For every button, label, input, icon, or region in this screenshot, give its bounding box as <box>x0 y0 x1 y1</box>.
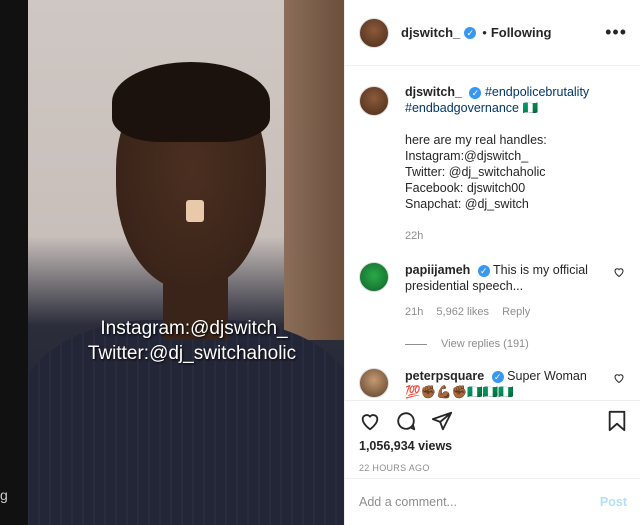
header-username[interactable]: djswitch_ <box>401 25 460 40</box>
video-plaster <box>186 200 204 222</box>
views-count[interactable]: 1,056,934 views <box>359 439 627 453</box>
comment-timestamp[interactable]: 21h <box>405 306 423 318</box>
save-bookmark-icon[interactable] <box>607 410 627 432</box>
view-replies-label: View replies (191) <box>441 338 529 350</box>
caption-avatar[interactable] <box>359 86 389 116</box>
reply-button[interactable]: Reply <box>502 306 530 318</box>
post-time-ago[interactable]: 22 HOURS AGO <box>359 463 627 473</box>
post-side-panel: djswitch_ ✓ • Following ••• djswitch_ ✓ … <box>344 0 640 525</box>
video-overlay-instagram: Instagram:@djswitch_ <box>100 318 288 339</box>
gutter-glyph: g <box>0 487 8 503</box>
post-comment-button[interactable]: Post <box>600 495 627 509</box>
share-paper-plane-icon[interactable] <box>431 410 453 432</box>
following-button[interactable]: Following <box>491 25 552 40</box>
comment-text: presidential speech... <box>405 279 524 293</box>
video-background <box>284 0 344 340</box>
caption-line: Instagram:@djswitch_ <box>405 149 529 163</box>
caption-username[interactable]: djswitch_ <box>405 85 462 99</box>
comment-item: papiijameh ✓ This is my official preside… <box>359 262 627 320</box>
post-actions: 1,056,934 views 22 HOURS AGO <box>345 400 640 477</box>
caption-body: djswitch_ ✓ #endpolicebrutality #endbadg… <box>405 84 589 244</box>
commenter-avatar[interactable] <box>359 262 389 292</box>
video-overlay-twitter: Twitter:@dj_switchaholic <box>87 343 297 364</box>
verified-badge-icon: ✓ <box>464 26 477 39</box>
like-comment-heart-icon[interactable] <box>613 266 625 278</box>
verified-badge-icon: ✓ <box>469 86 482 99</box>
instagram-post-page: g Instagram:@djswitch_ Twitter:@dj_switc… <box>0 0 640 525</box>
caption-timestamp[interactable]: 22h <box>405 228 589 244</box>
comment-text: This is my official <box>493 263 588 277</box>
caption-line: Twitter: @dj_switchaholic <box>405 165 546 179</box>
post-caption: djswitch_ ✓ #endpolicebrutality #endbadg… <box>359 84 627 244</box>
post-header: djswitch_ ✓ • Following ••• <box>345 0 640 66</box>
left-gutter: g <box>0 0 28 525</box>
comment-bubble-icon[interactable] <box>395 410 417 432</box>
verified-badge-icon: ✓ <box>477 264 490 277</box>
comment-input[interactable] <box>359 495 600 509</box>
video-player[interactable]: Instagram:@djswitch_ Twitter:@dj_switcha… <box>28 0 344 525</box>
comment-username[interactable]: papiijameh <box>405 263 470 277</box>
caption-text: here are my real handles: Instagram:@djs… <box>405 132 589 212</box>
hashtag-link[interactable]: #endbadgovernance <box>405 101 519 115</box>
comment-item: peterpsquare ✓ Super Woman 💯✊🏾💪🏾✊🏾🇳🇬🇳🇬🇳🇬 <box>359 368 627 400</box>
more-options-icon[interactable]: ••• <box>605 22 627 43</box>
comment-meta: 21h 5,962 likes Reply <box>405 304 601 320</box>
like-heart-icon[interactable] <box>359 410 381 432</box>
comment-likes[interactable]: 5,962 likes <box>436 306 489 318</box>
caption-line: Facebook: djswitch00 <box>405 181 526 195</box>
header-separator: • <box>482 25 487 40</box>
author-avatar[interactable] <box>359 17 389 48</box>
comment-text: Super Woman <box>507 369 587 383</box>
commenter-avatar[interactable] <box>359 368 389 398</box>
nigeria-flag-icon: 🇳🇬 <box>522 101 539 115</box>
replies-divider <box>405 343 427 345</box>
view-replies-button[interactable]: View replies (191) <box>405 338 627 350</box>
hashtag-link[interactable]: #endpolicebrutality <box>485 85 589 99</box>
comments-list[interactable]: djswitch_ ✓ #endpolicebrutality #endbadg… <box>345 66 640 400</box>
add-comment-bar: Post <box>345 478 640 525</box>
comment-body: papiijameh ✓ This is my official preside… <box>405 262 601 320</box>
comment-emojis: 💯✊🏾💪🏾✊🏾🇳🇬🇳🇬🇳🇬 <box>405 385 514 399</box>
video-hair <box>112 62 270 142</box>
comment-body: peterpsquare ✓ Super Woman 💯✊🏾💪🏾✊🏾🇳🇬🇳🇬🇳🇬 <box>405 368 601 400</box>
verified-badge-icon: ✓ <box>491 370 504 383</box>
comment-username[interactable]: peterpsquare <box>405 369 484 383</box>
caption-line: Snapchat: @dj_switch <box>405 197 529 211</box>
caption-line: here are my real handles: <box>405 133 547 147</box>
action-icon-row <box>359 405 627 437</box>
like-comment-heart-icon[interactable] <box>613 372 625 384</box>
